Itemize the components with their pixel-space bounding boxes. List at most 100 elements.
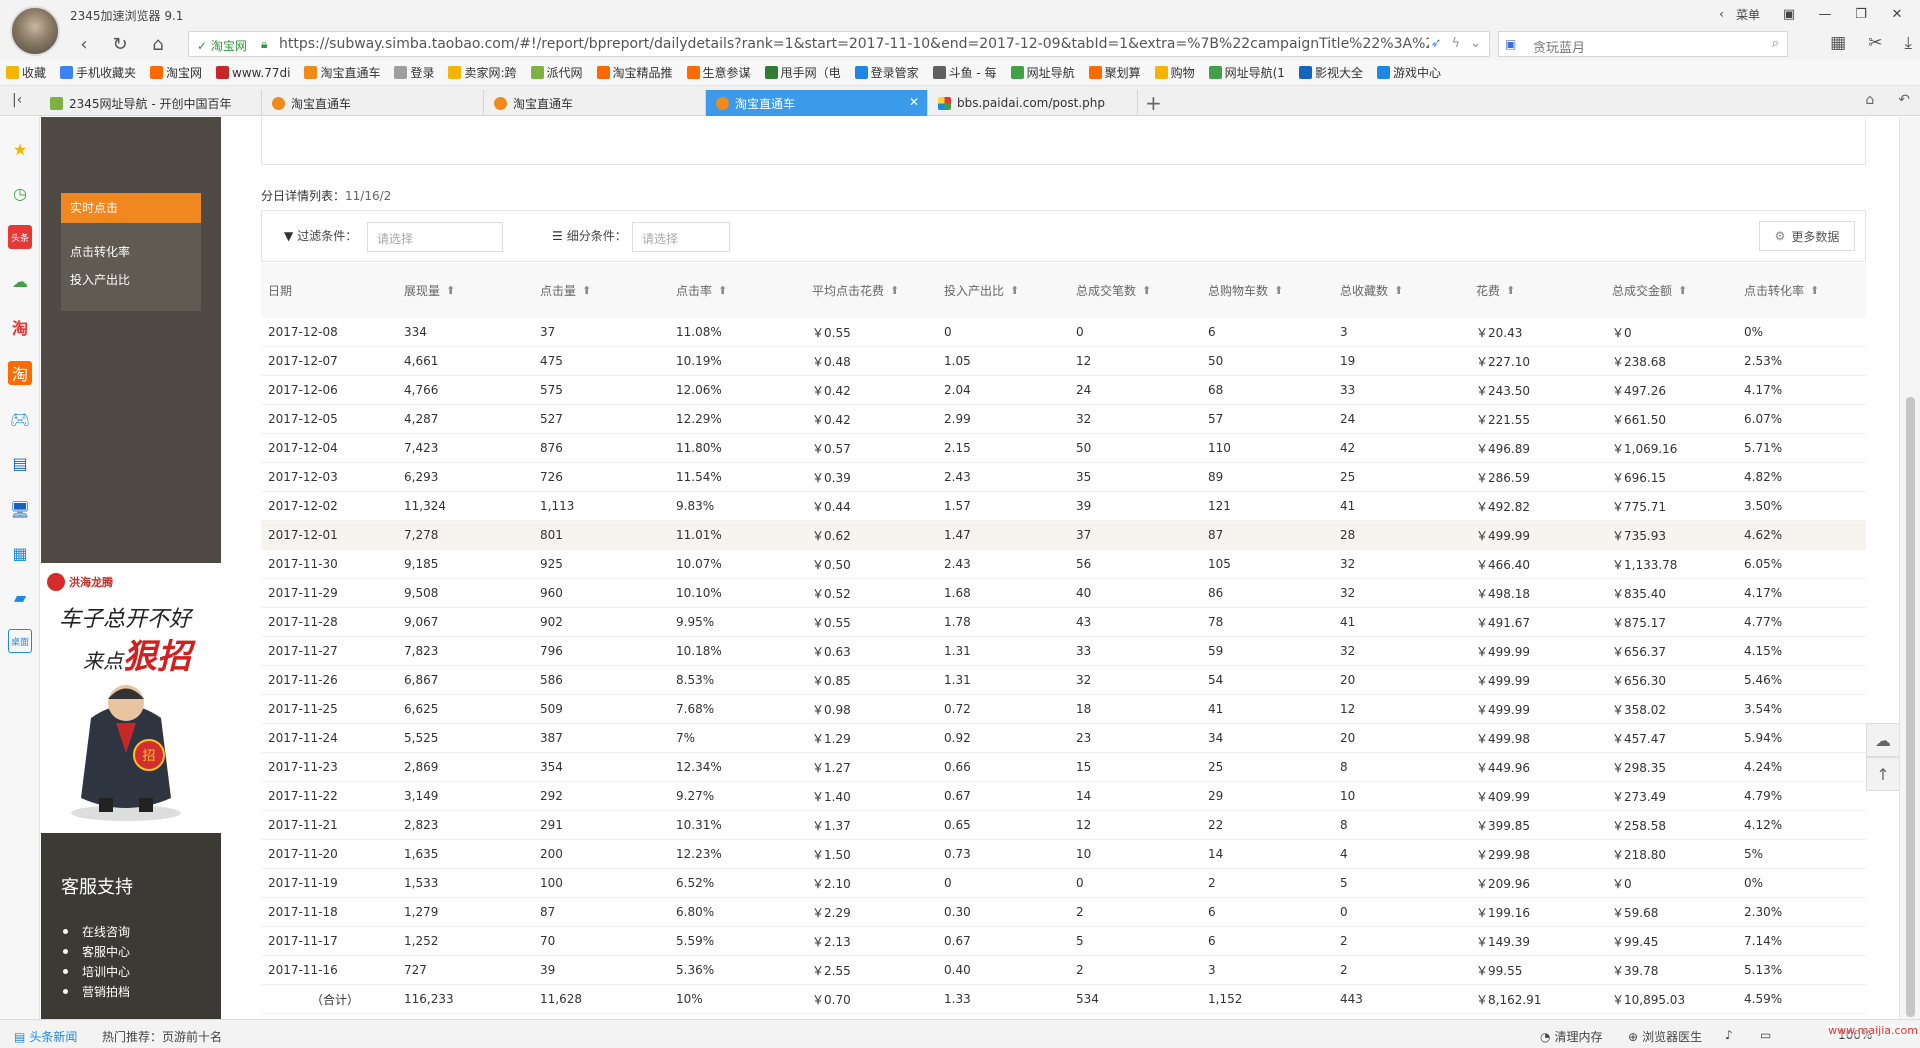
table-row[interactable]: 2017-11-29 9,508 960 10.10% ￥0.52 1.68 40 86 32 ￥…: [261, 579, 1866, 608]
lightning-icon[interactable]: ϟ: [1452, 36, 1461, 51]
rocket-icon[interactable]: ➶: [1431, 36, 1442, 51]
table-row[interactable]: 2017-11-23 2,869 354 12.34% ￥1.27 0.66 15 25 8 ￥4…: [261, 753, 1866, 782]
page-scrollbar[interactable]: [1899, 117, 1920, 1019]
bookmark-item[interactable]: 登录: [394, 64, 434, 81]
sort-arrow-icon[interactable]: ⬆: [446, 284, 455, 297]
desktop-icon[interactable]: 桌面: [8, 629, 32, 653]
table-row[interactable]: 2017-12-06 4,766 575 12.06% ￥0.42 2.04 24 68 33 ￥…: [261, 376, 1866, 405]
bookmark-item[interactable]: 收藏: [6, 64, 46, 81]
segment-select[interactable]: 请选择: [632, 222, 730, 252]
search-icon[interactable]: ⌕: [1772, 36, 1779, 51]
table-row[interactable]: 2017-11-21 2,823 291 10.31% ￥1.37 0.65 12 22 8 ￥3…: [261, 811, 1866, 840]
table-row[interactable]: 2017-12-08 334 37 11.08% ￥0.55 0 0 6 3 ￥20.43 ￥0 0%: [261, 318, 1866, 347]
table-row[interactable]: 2017-12-02 11,324 1,113 9.83% ￥0.44 1.57 39 121…: [261, 492, 1866, 521]
undo-icon[interactable]: ↶: [1898, 92, 1910, 108]
table-row[interactable]: 2017-12-03 6,293 726 11.54% ￥0.39 2.43 35 89 25 ￥…: [261, 463, 1866, 492]
scissors-icon[interactable]: ✂: [1868, 33, 1882, 53]
table-row[interactable]: 2017-11-25 6,625 509 7.68% ￥0.98 0.72 18 41 12 ￥4…: [261, 695, 1866, 724]
scrollbar-thumb[interactable]: [1906, 397, 1915, 1017]
address-bar[interactable]: ✓ 淘宝网 🔒︎ https://subway.simba.taobao.com…: [188, 31, 1490, 57]
sort-arrow-icon[interactable]: ⬆: [718, 284, 727, 297]
tab-taobao-1[interactable]: 淘宝直通车: [262, 90, 484, 116]
sort-arrow-icon[interactable]: ⬆: [1142, 284, 1151, 297]
column-header[interactable]: 展现量 ⬆: [397, 282, 533, 299]
table-row[interactable]: 2017-11-16 727 39 5.36% ￥2.55 0.40 2 3 2 ￥99.55 ￥3…: [261, 956, 1866, 985]
monitor-icon[interactable]: 🖥︎: [8, 497, 32, 521]
back-to-top-icon[interactable]: ↑: [1866, 757, 1899, 791]
news-link[interactable]: ▤ 头条新闻: [14, 1028, 77, 1045]
apps-grid-icon[interactable]: ▦: [1830, 33, 1846, 53]
table-row[interactable]: 2017-11-17 1,252 70 5.59% ￥2.13 0.67 5 6 2 ￥149.3…: [261, 927, 1866, 956]
search-input[interactable]: 贪玩蓝月: [1533, 37, 1585, 56]
sort-arrow-icon[interactable]: ⬆: [1810, 284, 1819, 297]
bookmark-item[interactable]: 派代网: [530, 64, 583, 81]
chat-icon[interactable]: ☁: [8, 269, 32, 293]
support-link-training[interactable]: 培训中心: [63, 963, 130, 980]
star-icon[interactable]: ★: [8, 137, 32, 161]
bookmark-item[interactable]: 手机收藏夹: [60, 64, 136, 81]
column-header[interactable]: 点击量 ⬆: [533, 282, 669, 299]
bookmark-item[interactable]: 卖家网:跨: [448, 64, 517, 81]
menu-button[interactable]: 菜单: [1726, 4, 1770, 25]
column-header[interactable]: 总成交金额 ⬆: [1605, 282, 1737, 299]
support-link-online[interactable]: 在线咨询: [63, 923, 130, 940]
ad-banner[interactable]: 洪海龙腾 车子总开不好 来点狠招 招: [41, 563, 221, 833]
tab-taobao-active[interactable]: 淘宝直通车 ✕: [706, 90, 928, 116]
video-icon[interactable]: ▤: [8, 451, 32, 475]
back-icon[interactable]: ‹: [72, 33, 96, 55]
skin-icon[interactable]: ▣: [1772, 3, 1806, 25]
bookmark-item[interactable]: 淘宝网: [150, 64, 202, 81]
more-data-button[interactable]: ⚙ 更多数据: [1759, 221, 1855, 251]
sort-arrow-icon[interactable]: ⬆: [1506, 284, 1515, 297]
bookmark-item[interactable]: 生意参谋: [686, 64, 751, 81]
sort-arrow-icon[interactable]: ⬆: [1678, 284, 1687, 297]
table-row[interactable]: 2017-11-27 7,823 796 10.18% ￥0.63 1.31 33 59 32 ￥…: [261, 637, 1866, 666]
filter-select[interactable]: 请选择: [367, 222, 503, 252]
gamepad-icon[interactable]: 🎮︎: [8, 407, 32, 431]
table-row[interactable]: 2017-12-05 4,287 527 12.29% ￥0.42 2.99 32 57 24 ￥…: [261, 405, 1866, 434]
search-box[interactable]: ▣ 贪玩蓝月 ⌕: [1498, 31, 1788, 57]
tab-scroll-left-icon[interactable]: |‹: [12, 92, 22, 108]
maximize-button[interactable]: ❐: [1844, 3, 1878, 25]
bookmark-item[interactable]: 聚划算: [1088, 64, 1141, 81]
bookmark-item[interactable]: 网址导航(1: [1208, 64, 1285, 81]
clean-memory-button[interactable]: ◔ 清理内存: [1540, 1028, 1603, 1045]
refresh-icon[interactable]: ↻: [108, 33, 132, 55]
chevron-down-icon[interactable]: ⌄: [1470, 36, 1481, 51]
support-link-marketing[interactable]: 营销拍档: [63, 983, 130, 1000]
user-avatar[interactable]: [10, 6, 60, 56]
menu-item-realtime-click[interactable]: 实时点击: [61, 193, 201, 223]
table-row[interactable]: 2017-12-04 7,423 876 11.80% ￥0.57 2.15 50 110 42…: [261, 434, 1866, 463]
bookmark-item[interactable]: 购物: [1154, 64, 1195, 81]
bookmark-item[interactable]: 游戏中心: [1376, 64, 1441, 81]
table-row[interactable]: 2017-12-07 4,661 475 10.19% ￥0.48 1.05 12 50 19 ￥…: [261, 347, 1866, 376]
tab-taobao-2[interactable]: 淘宝直通车: [484, 90, 706, 116]
table-row[interactable]: 2017-11-18 1,279 87 6.80% ￥2.29 0.30 2 6 0 ￥199.1…: [261, 898, 1866, 927]
notebook-icon[interactable]: ▰: [8, 585, 32, 609]
tab-close-icon[interactable]: ✕: [909, 95, 919, 109]
bookmark-item[interactable]: www.77di: [216, 66, 290, 80]
speaker-icon[interactable]: ♪: [1725, 1028, 1733, 1042]
column-header[interactable]: 总成交笔数 ⬆: [1069, 282, 1201, 299]
screen-icon[interactable]: ▭: [1760, 1028, 1771, 1042]
column-header[interactable]: 总收藏数 ⬆: [1333, 282, 1469, 299]
sort-arrow-icon[interactable]: ⬆: [1274, 284, 1283, 297]
new-tab-button[interactable]: +: [1145, 91, 1162, 115]
table-row[interactable]: 2017-11-19 1,533 100 6.52% ￥2.10 0 0 2 5 ￥209.96 ￥…: [261, 869, 1866, 898]
bookmark-item[interactable]: 淘宝直通车: [304, 64, 380, 81]
menu-item-roi[interactable]: 投入产出比: [70, 271, 130, 288]
feedback-icon[interactable]: ☁: [1866, 723, 1899, 757]
tab-2345[interactable]: 2345网址导航 - 开创中国百年: [40, 90, 262, 116]
table-row[interactable]: 2017-12-01 7,278 801 11.01% ￥0.62 1.47 37 87 28 ￥…: [261, 521, 1866, 550]
column-header[interactable]: 花费 ⬆: [1469, 282, 1605, 299]
tab-list-icon[interactable]: ⌂: [1865, 92, 1874, 108]
sort-arrow-icon[interactable]: ⬆: [890, 284, 899, 297]
column-header[interactable]: 点击率 ⬆: [669, 282, 805, 299]
table-row[interactable]: 2017-11-22 3,149 292 9.27% ￥1.40 0.67 14 29 10 ￥4…: [261, 782, 1866, 811]
column-header[interactable]: 投入产出比 ⬆: [937, 282, 1069, 299]
news-icon[interactable]: 头条: [8, 225, 32, 249]
hot-recommend[interactable]: 热门推荐：页游前十名: [102, 1028, 222, 1045]
taobao-app-icon[interactable]: 淘: [8, 361, 32, 385]
bookmark-item[interactable]: 淘宝精品推: [596, 64, 673, 81]
support-link-center[interactable]: 客服中心: [63, 943, 130, 960]
